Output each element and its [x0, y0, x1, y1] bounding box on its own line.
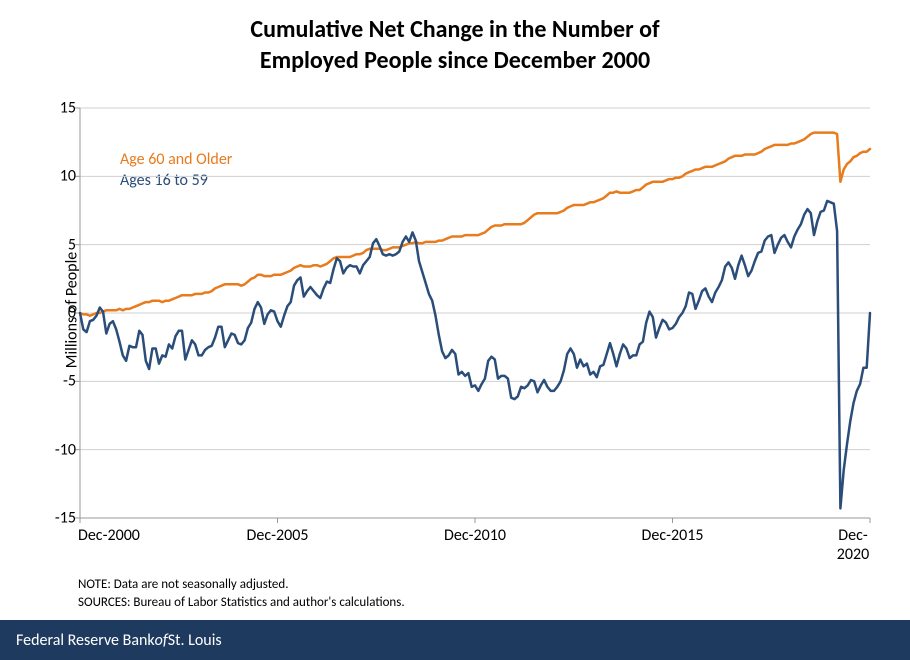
- series-age-60-plus: [80, 133, 870, 316]
- y-tick-label: 5: [46, 235, 76, 254]
- title-line1: Cumulative Net Change in the Number of: [250, 15, 659, 44]
- notes: NOTE: Data are not seasonally adjusted. …: [78, 576, 405, 611]
- x-tick-label: Dec-2005: [247, 526, 309, 545]
- x-tick-label: Dec-2015: [642, 526, 704, 545]
- note-line1: NOTE: Data are not seasonally adjusted.: [78, 576, 405, 594]
- x-tick-label: Dec-2020: [834, 526, 872, 564]
- y-tick-label: 0: [46, 304, 76, 323]
- footer-suffix: St. Louis: [168, 631, 222, 650]
- y-tick-label: -5: [46, 372, 76, 391]
- y-tick-label: 15: [46, 99, 76, 118]
- footer-of: of: [155, 631, 168, 650]
- plot-area: [80, 108, 870, 518]
- series-age-16-59: [80, 201, 870, 509]
- y-tick-label: -10: [46, 440, 76, 459]
- chart-title: Cumulative Net Change in the Number of E…: [0, 0, 910, 76]
- plot-svg: [80, 108, 870, 518]
- footer-prefix: Federal Reserve Bank: [16, 631, 155, 650]
- title-line2: Employed People since December 2000: [260, 46, 650, 75]
- note-line2: SOURCES: Bureau of Labor Statistics and …: [78, 594, 405, 612]
- y-tick-label: -15: [46, 509, 76, 528]
- x-tick-label: Dec-2010: [444, 526, 506, 545]
- footer: Federal Reserve Bank of St. Louis: [0, 620, 910, 660]
- chart-container: Cumulative Net Change in the Number of E…: [0, 0, 910, 620]
- x-tick-label: Dec-2000: [78, 526, 140, 545]
- y-tick-label: 10: [46, 167, 76, 186]
